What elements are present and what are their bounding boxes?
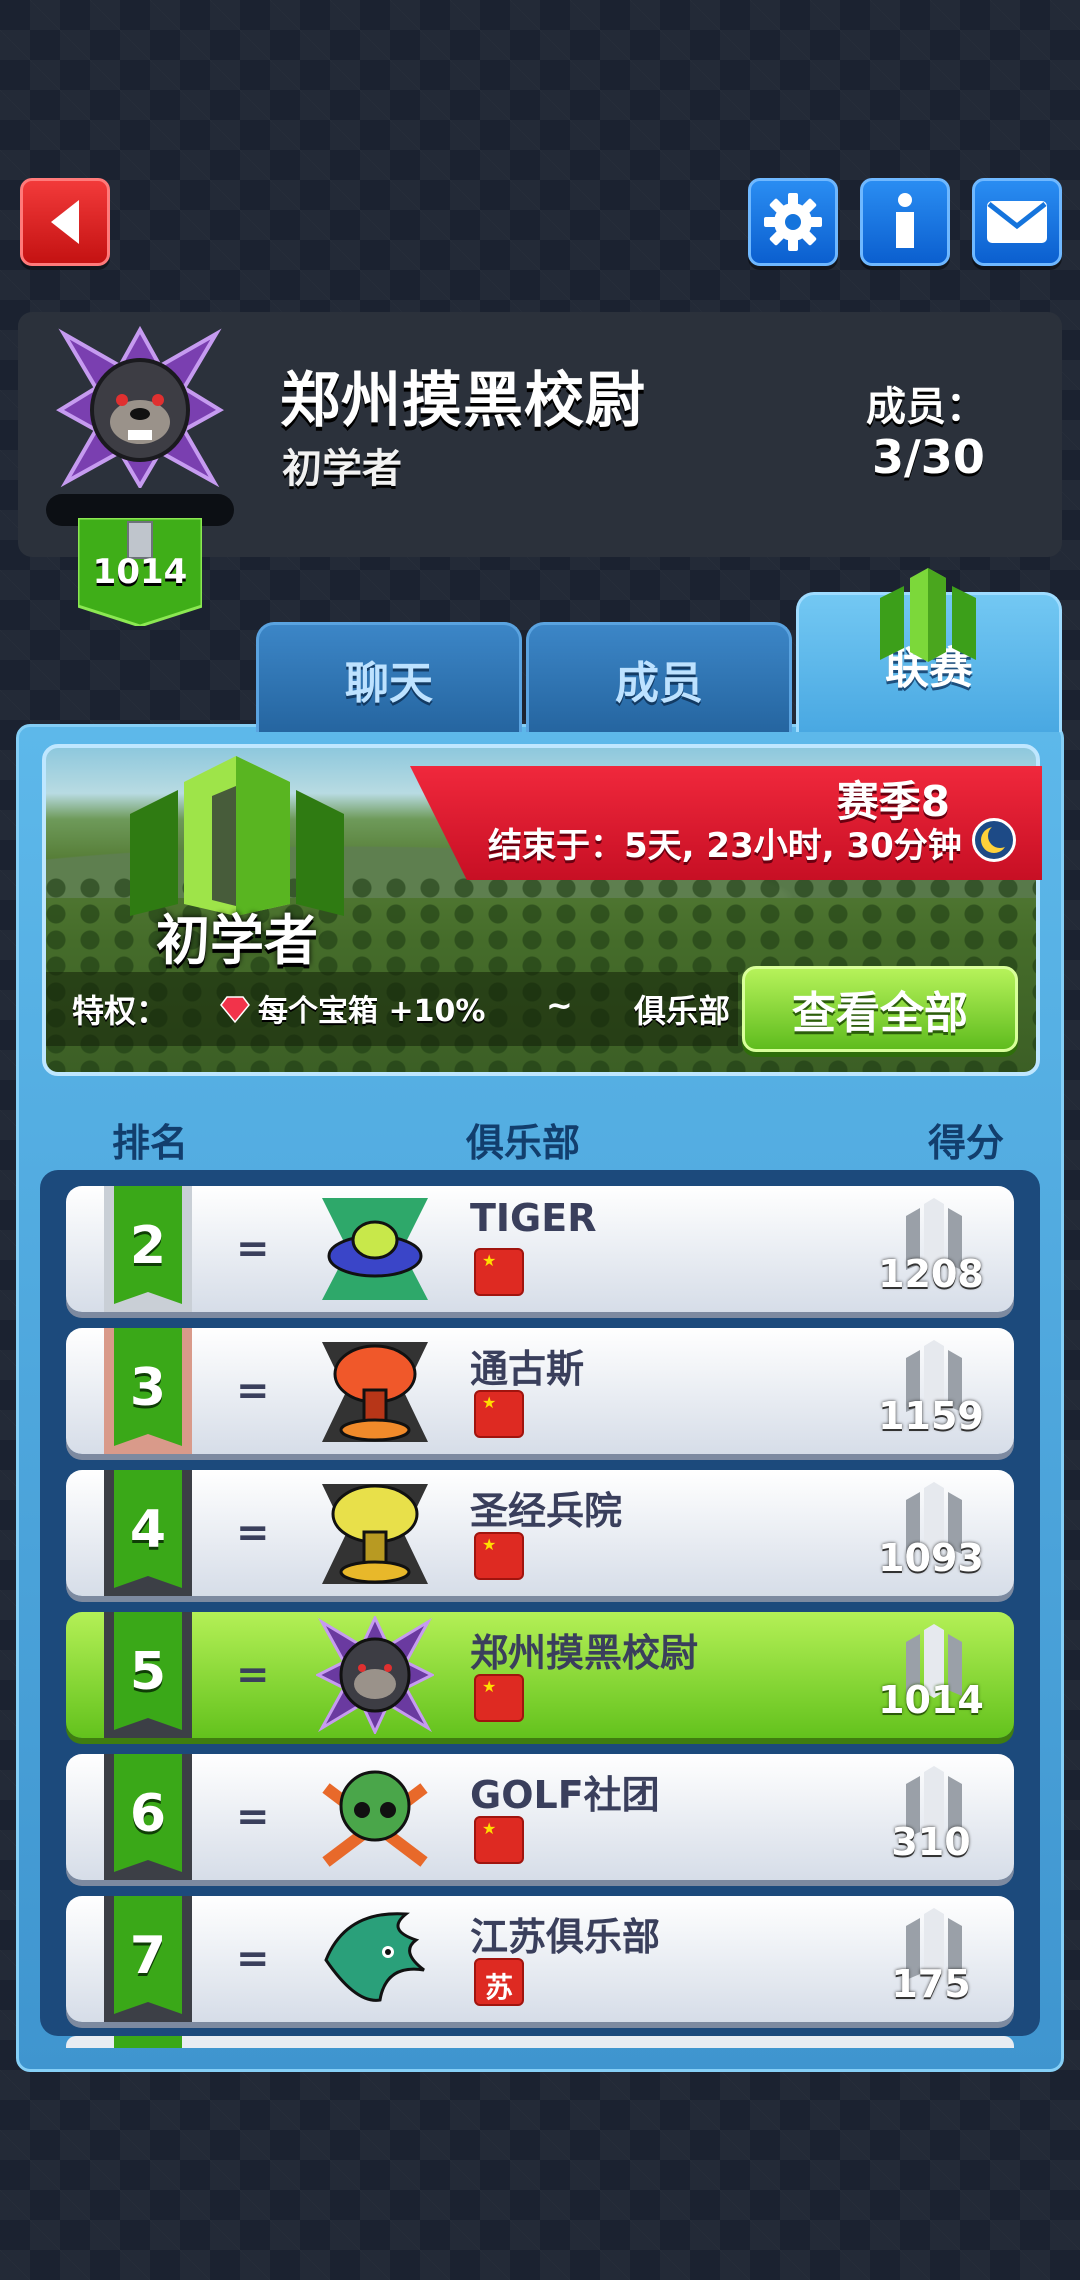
perk-separator: ~	[546, 986, 573, 1024]
rank-change: =	[236, 1368, 270, 1414]
moon-clock-icon	[972, 818, 1016, 862]
rank-change: =	[236, 1794, 270, 1840]
column-rank: 排名	[112, 1121, 189, 1165]
mail-icon	[987, 201, 1047, 243]
ufo-icon	[322, 1198, 428, 1300]
view-all-button[interactable]: 查看全部	[742, 966, 1018, 1052]
next-row-ribbon	[114, 2036, 182, 2048]
club-trophy-count: 1014	[92, 552, 188, 592]
rank-change: =	[236, 1652, 270, 1698]
ranking-row-own-club[interactable]: 5 = 郑州摸黑校尉 ★ 1014	[66, 1612, 1014, 1738]
club-league: 初学者	[282, 446, 402, 492]
club-score: 1208	[878, 1252, 984, 1296]
ranking-row[interactable]: 6 = GOLF社团 ★ 310	[66, 1754, 1014, 1880]
china-flag-icon: ★	[474, 1390, 524, 1438]
club-emblem-bulldog-icon	[56, 326, 224, 488]
gem-icon	[220, 996, 250, 1024]
bulldog-icon	[316, 1616, 434, 1734]
league-name: 初学者	[156, 909, 318, 972]
info-button[interactable]	[860, 178, 950, 266]
column-club: 俱乐部	[466, 1121, 581, 1165]
settings-button[interactable]	[748, 178, 838, 266]
skull-clubs-icon	[322, 1770, 428, 1867]
china-flag-icon: ★	[474, 1248, 524, 1296]
rank-change: =	[236, 1510, 270, 1556]
rank-number: 5	[129, 1642, 167, 1702]
perk-scope: 俱乐部	[634, 992, 731, 1030]
beginner-league-icon	[130, 756, 344, 916]
next-row-peek	[66, 2036, 1014, 2048]
china-flag-icon: ★	[474, 1816, 524, 1864]
rank-number: 6	[129, 1784, 167, 1844]
info-icon	[896, 193, 914, 248]
members-count: 3/30	[872, 430, 985, 484]
club-name: 通古斯	[470, 1347, 585, 1391]
back-button[interactable]	[20, 178, 110, 266]
members-label: 成员：	[866, 384, 986, 430]
perks-label: 特权：	[72, 992, 169, 1030]
province-flag-icon: 苏	[474, 1958, 524, 2006]
tab-members[interactable]: 成员	[526, 622, 792, 732]
club-score: 1014	[878, 1678, 984, 1722]
ranking-row[interactable]: 4 = 圣经兵院 ★ 1093	[66, 1470, 1014, 1596]
club-score: 175	[891, 1962, 971, 2006]
ranking-row[interactable]: 3 = 通古斯 ★ 1159	[66, 1328, 1014, 1454]
ranking-row[interactable]: 2 = TIGER ★ 1208	[66, 1186, 1014, 1312]
mail-button[interactable]	[972, 178, 1062, 266]
gear-icon	[764, 193, 822, 251]
club-name: TIGER	[470, 1196, 597, 1240]
season-end-timer: 结束于：5天, 23小时, 30分钟	[488, 826, 962, 866]
club-name: 郑州摸黑校尉	[470, 1631, 699, 1675]
china-flag-icon: ★	[474, 1674, 524, 1722]
back-arrow-icon	[51, 200, 79, 244]
rank-number: 3	[129, 1358, 167, 1418]
china-flag-icon: ★	[474, 1532, 524, 1580]
rank-number: 7	[129, 1926, 167, 1986]
column-score: 得分	[928, 1121, 1005, 1165]
club-score: 310	[891, 1820, 971, 1864]
club-name: 圣经兵院	[470, 1489, 623, 1533]
rank-number: 2	[129, 1216, 167, 1276]
league-tab-icon	[880, 568, 976, 662]
club-name: GOLF社团	[470, 1773, 660, 1817]
club-name: 江苏俱乐部	[470, 1915, 661, 1959]
flag-text: 苏	[484, 1971, 513, 2004]
eagle-icon	[324, 1912, 425, 2002]
rank-change: =	[236, 1936, 270, 1982]
ranking-row[interactable]: 7 = 江苏俱乐部 苏 175	[66, 1896, 1014, 2022]
club-name: 郑州摸黑校尉	[280, 366, 646, 436]
explosion-icon	[322, 1342, 428, 1442]
perk-description: 每个宝箱 +10%	[258, 994, 486, 1029]
tab-chat[interactable]: 聊天	[256, 622, 522, 732]
rank-change: =	[236, 1226, 270, 1272]
club-score: 1093	[878, 1536, 984, 1580]
mushroom-cloud-icon	[322, 1484, 428, 1584]
club-score: 1159	[878, 1394, 984, 1438]
rank-number: 4	[129, 1500, 167, 1560]
